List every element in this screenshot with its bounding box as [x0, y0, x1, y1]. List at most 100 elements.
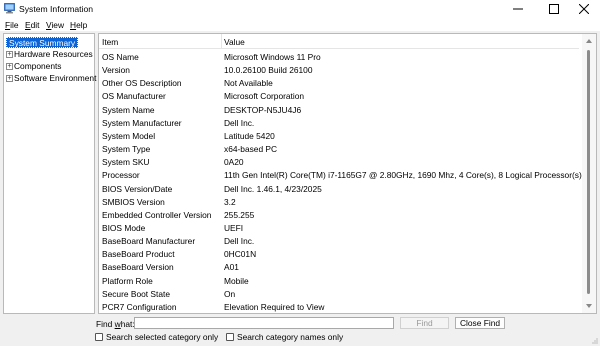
checkbox-label: Search selected category only	[106, 332, 219, 342]
cell-item: Platform Role	[102, 275, 153, 286]
cell-item: System SKU	[102, 157, 150, 168]
menu-edit-label: dit	[30, 20, 40, 30]
cell-value: 0HC01N	[224, 249, 257, 260]
cell-value: A01	[224, 262, 239, 273]
cell-value: Not Available	[224, 78, 273, 89]
table-row[interactable]: System Type x64-based PC	[99, 142, 579, 155]
cell-value: 3.2	[224, 196, 236, 207]
cell-value: 11th Gen Intel(R) Core(TM) i7-1165G7 @ 2…	[224, 170, 582, 181]
cell-value: Latitude 5420	[224, 130, 275, 141]
menu-view[interactable]: View	[46, 20, 64, 30]
close-button[interactable]	[568, 0, 600, 18]
cell-item: System Type	[102, 144, 151, 155]
table-row[interactable]: BaseBoard Product 0HC01N	[99, 247, 579, 260]
tree-item-label: Components	[14, 61, 62, 71]
expand-icon[interactable]: +	[6, 51, 13, 59]
search-selected-category-checkbox[interactable]: Search selected category only	[95, 332, 218, 342]
maximize-button[interactable]	[536, 0, 572, 18]
minimize-icon	[513, 8, 523, 10]
cell-value: Microsoft Corporation	[224, 91, 305, 102]
search-category-names-checkbox[interactable]: Search category names only	[226, 332, 343, 342]
cell-value: x64-based PC	[224, 144, 278, 155]
table-row[interactable]: SMBIOS Version 3.2	[99, 195, 579, 208]
cell-value: 0A20	[224, 157, 244, 168]
cell-value: Elevation Required to View	[224, 301, 325, 312]
menu-help-label: elp	[76, 20, 88, 30]
tree-item-label: Hardware Resources	[14, 49, 93, 59]
table-row[interactable]: Other OS Description Not Available	[99, 76, 579, 89]
cell-item: System Model	[102, 130, 156, 141]
scrollbar-thumb[interactable]	[587, 50, 590, 294]
cell-item: BIOS Version/Date	[102, 183, 173, 194]
column-header-value[interactable]: Value	[224, 37, 245, 47]
cell-value: Dell Inc.	[224, 117, 255, 128]
table-row[interactable]: Version 10.0.26100 Build 26100	[99, 63, 579, 76]
table-header: Item Value	[99, 34, 579, 49]
table-row[interactable]: OS Name Microsoft Windows 11 Pro	[99, 50, 579, 63]
cell-value: Dell Inc. 1.46.1, 4/23/2025	[224, 183, 322, 194]
cell-item: Other OS Description	[102, 78, 182, 89]
cell-value: DESKTOP-N5JU4J6	[224, 104, 302, 115]
menu-bar: File Edit View Help	[0, 18, 600, 31]
table-row[interactable]: Embedded Controller Version 255.255	[99, 208, 579, 221]
minimize-button[interactable]	[500, 0, 536, 18]
menu-help[interactable]: Help	[70, 20, 87, 30]
table-row[interactable]: Processor 11th Gen Intel(R) Core(TM) i7-1…	[99, 168, 582, 181]
tree-item-system-summary[interactable]: System Summary	[6, 37, 79, 48]
menu-file-label: ile	[10, 20, 19, 30]
system-information-icon	[4, 3, 15, 14]
cell-item: OS Name	[102, 52, 139, 62]
checkbox-label: Search category names only	[237, 332, 344, 342]
tree-item-components[interactable]: + Components	[6, 61, 62, 72]
cell-item: BaseBoard Manufacturer	[102, 236, 196, 247]
maximize-icon	[549, 4, 559, 14]
table-row[interactable]: PCR7 Configuration Elevation Required to …	[99, 300, 579, 313]
cell-item: System Manufacturer	[102, 117, 182, 128]
menu-file[interactable]: File	[5, 20, 19, 30]
cell-value: 255.255	[224, 209, 255, 220]
cell-value: Dell Inc.	[224, 236, 255, 247]
find-button[interactable]: Find	[400, 317, 449, 329]
close-icon	[579, 4, 589, 14]
cell-item: PCR7 Configuration	[102, 301, 177, 312]
cell-item: OS Manufacturer	[102, 91, 166, 102]
table-row[interactable]: Secure Boot State On	[99, 287, 579, 300]
close-find-button[interactable]: Close Find	[455, 317, 505, 329]
window-title: System Information	[19, 4, 94, 14]
checkbox-box[interactable]	[95, 333, 103, 341]
table-row[interactable]: BaseBoard Manufacturer Dell Inc.	[99, 234, 579, 247]
table-row[interactable]: OS Manufacturer Microsoft Corporation	[99, 89, 579, 102]
cell-value: On	[224, 288, 236, 299]
tree-item-label: Software Environment	[14, 73, 97, 83]
checkbox-box[interactable]	[226, 333, 234, 341]
cell-value: 10.0.26100 Build 26100	[224, 65, 313, 76]
expand-icon[interactable]: +	[6, 63, 13, 71]
table-row[interactable]: Platform Role Mobile	[99, 274, 579, 287]
find-label-prefix: Find	[96, 319, 115, 329]
cell-item: Secure Boot State	[102, 288, 170, 299]
category-tree[interactable]: System Summary + Hardware Resources + Comp…	[3, 33, 96, 314]
table-row[interactable]: BaseBoard Version A01	[99, 260, 579, 273]
find-what-label: Find what:	[96, 319, 135, 329]
menu-edit[interactable]: Edit	[25, 20, 39, 30]
scroll-up-icon[interactable]	[586, 39, 592, 43]
cell-item: Embedded Controller Version	[102, 209, 212, 220]
column-header-item[interactable]: Item	[102, 37, 118, 47]
table-row[interactable]: BIOS Version/Date Dell Inc. 1.46.1, 4/23/…	[99, 182, 579, 195]
column-divider[interactable]	[221, 34, 222, 49]
details-table[interactable]: Item Value OS Name Microsoft Windows 11 P…	[98, 33, 597, 314]
table-row[interactable]: System SKU 0A20	[99, 155, 579, 168]
table-row[interactable]: BIOS Mode UEFI	[99, 221, 579, 234]
expand-icon[interactable]: +	[6, 75, 13, 83]
tree-item-software-environment[interactable]: + Software Environment	[6, 73, 96, 84]
table-row[interactable]: System Manufacturer Dell Inc.	[99, 116, 579, 129]
table-row[interactable]: System Model Latitude 5420	[99, 129, 579, 142]
resize-grip-icon[interactable]	[590, 336, 598, 344]
scroll-down-icon[interactable]	[586, 304, 592, 308]
find-label-suffix: hat:	[120, 319, 135, 329]
table-row[interactable]: System Name DESKTOP-N5JU4J6	[99, 103, 579, 116]
vertical-scrollbar[interactable]	[582, 34, 596, 313]
tree-item-hardware-resources[interactable]: + Hardware Resources	[6, 49, 93, 60]
find-what-input[interactable]	[134, 317, 394, 329]
cell-item: Version	[102, 65, 130, 76]
